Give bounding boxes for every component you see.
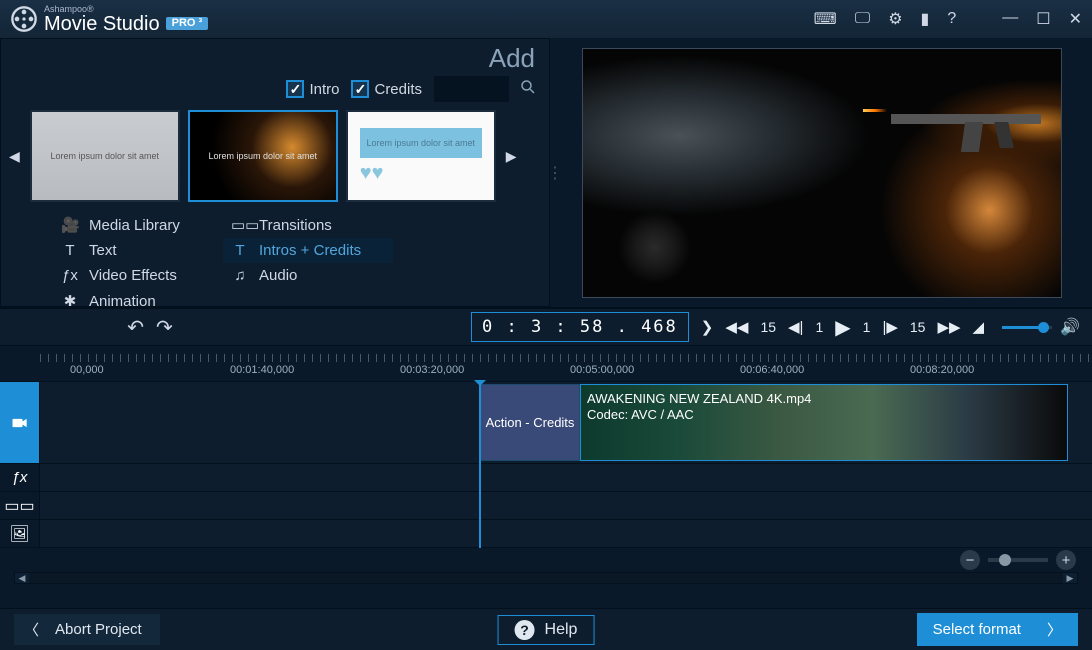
video-icon — [10, 413, 30, 433]
abort-project-button[interactable]: 〈 Abort Project — [14, 614, 160, 645]
minimize-button[interactable]: — — [1002, 9, 1018, 29]
skip-back-small: 1 — [815, 319, 823, 335]
film-reel-icon — [10, 5, 38, 33]
chevron-right-icon: 〉 — [1047, 619, 1062, 640]
cat-intros-credits[interactable]: T Intros + Credits — [223, 238, 393, 263]
template-thumb-3[interactable]: Lorem ipsum dolor sit amet ♥♥ — [346, 110, 496, 202]
transition-icon: ▭▭ — [4, 496, 34, 516]
cat-audio[interactable]: ♫ Audio — [223, 263, 393, 288]
redo-button[interactable]: ↷ — [156, 315, 173, 340]
step-fwd-button[interactable]: |▶ — [882, 318, 897, 336]
undo-button[interactable]: ↶ — [127, 315, 144, 340]
image-track-lane[interactable] — [40, 520, 1092, 547]
titlebar: Ashampoo® Movie Studio PRO ³ ⌨ 🖵 ⚙ ▮ ? —… — [0, 0, 1092, 38]
search-icon[interactable] — [519, 78, 537, 101]
transport-bar: ↶ ↷ 0 : 3 : 58 . 468 ❯ ◀◀ 15 ◀| 1 ▶ 1 |▶… — [0, 308, 1092, 346]
fx-track-head[interactable]: ƒx — [0, 464, 40, 491]
cat-animation[interactable]: ✱ Animation — [53, 288, 223, 314]
timeline: 00,000 00:01:40,000 00:03:20,000 00:05:0… — [0, 346, 1092, 600]
speaker-icon: 🔊 — [1060, 317, 1080, 337]
panel-splitter[interactable]: ⋮ — [550, 38, 560, 307]
clip-credits[interactable]: Action - Credits — [480, 384, 580, 461]
fx-icon: ƒx — [61, 267, 79, 284]
scroll-right-button[interactable]: ▶ — [1063, 573, 1077, 583]
zoom-in-button[interactable]: + — [1056, 550, 1076, 570]
gear-icon[interactable]: ⚙ — [888, 9, 902, 29]
thumbs-next[interactable]: ▶ — [504, 148, 519, 165]
intro-checkbox[interactable]: ✓ Intro — [286, 80, 339, 98]
intro-label: Intro — [309, 81, 339, 98]
scroll-left-button[interactable]: ◀ — [15, 573, 29, 583]
monitor-icon[interactable]: 🖵 — [855, 10, 870, 28]
transition-track-lane[interactable] — [40, 492, 1092, 519]
preview-canvas[interactable] — [582, 48, 1062, 298]
next-marker-button[interactable]: ❯ — [701, 318, 714, 336]
video-track-lane[interactable]: Action - Credits AWAKENING NEW ZEALAND 4… — [40, 382, 1092, 463]
credits-checkbox[interactable]: ✓ Credits — [351, 80, 422, 98]
fx-icon: ƒx — [12, 469, 28, 486]
camera-icon: 🎥 — [61, 216, 79, 234]
audio-icon: ♫ — [231, 267, 249, 284]
skip-fwd-small: 1 — [863, 319, 871, 335]
mute-button[interactable]: ◢ — [973, 318, 985, 336]
question-icon: ? — [515, 620, 535, 640]
transitions-icon: ▭▭ — [231, 216, 249, 234]
fx-track-lane[interactable] — [40, 464, 1092, 491]
app-logo: Ashampoo® Movie Studio PRO ³ — [10, 5, 208, 34]
add-header: Add — [1, 39, 549, 76]
volume-slider[interactable]: 🔊 — [1002, 317, 1080, 337]
step-back-button[interactable]: ◀| — [788, 318, 803, 336]
maximize-button[interactable]: ☐ — [1036, 9, 1050, 29]
transition-track-head[interactable]: ▭▭ — [0, 492, 40, 519]
timeline-ruler[interactable]: 00,000 00:01:40,000 00:03:20,000 00:05:0… — [0, 346, 1092, 382]
clip-video[interactable]: AWAKENING NEW ZEALAND 4K.mp4 Codec: AVC … — [580, 384, 1068, 461]
animation-icon: ✱ — [61, 292, 79, 310]
brand-main: Movie Studio — [44, 14, 160, 34]
rewind-button[interactable]: ◀◀ — [725, 318, 748, 336]
search-input[interactable] — [434, 76, 509, 102]
skip-back-large: 15 — [760, 319, 776, 335]
cat-media-library[interactable]: 🎥 Media Library — [53, 212, 223, 238]
template-thumb-2[interactable]: Lorem ipsum dolor sit amet — [188, 110, 338, 202]
zoom-control[interactable]: − + — [960, 550, 1076, 570]
library-panel: Add ✓ Intro ✓ Credits ◀ Lorem ipsum dolo… — [0, 38, 550, 307]
playhead[interactable] — [479, 382, 481, 548]
category-list: 🎥 Media Library ▭▭ Transitions T Text T … — [1, 202, 549, 320]
close-button[interactable]: ✕ — [1069, 9, 1082, 29]
zoom-out-button[interactable]: − — [960, 550, 980, 570]
cat-text[interactable]: T Text — [53, 238, 223, 263]
select-format-button[interactable]: Select format 〉 — [917, 613, 1078, 646]
video-track-head[interactable] — [0, 382, 40, 463]
template-thumb-1[interactable]: Lorem ipsum dolor sit amet — [30, 110, 180, 202]
chevron-left-icon: 〈 — [24, 619, 39, 640]
keyboard-icon[interactable]: ⌨ — [814, 9, 837, 29]
credits-label: Credits — [374, 81, 422, 98]
timecode-display[interactable]: 0 : 3 : 58 . 468 — [471, 312, 689, 342]
help-button[interactable]: ? Help — [498, 615, 595, 645]
text-icon: T — [231, 242, 249, 259]
cat-transitions[interactable]: ▭▭ Transitions — [223, 212, 393, 238]
cat-video-effects[interactable]: ƒx Video Effects — [53, 263, 223, 288]
image-track-head[interactable]: 🖼 — [0, 520, 40, 547]
skip-fwd-large: 15 — [910, 319, 926, 335]
preview-panel — [560, 38, 1092, 307]
horizontal-scrollbar[interactable]: ◀ ▶ — [14, 572, 1078, 584]
play-button[interactable]: ▶ — [835, 315, 850, 340]
image-icon: 🖼 — [9, 524, 29, 544]
note-icon[interactable]: ▮ — [921, 9, 930, 29]
fast-fwd-button[interactable]: ▶▶ — [937, 318, 960, 336]
pro-badge: PRO ³ — [166, 17, 209, 30]
thumbs-prev[interactable]: ◀ — [7, 148, 22, 165]
help-icon[interactable]: ? — [947, 10, 956, 28]
text-icon: T — [61, 242, 79, 259]
footer-bar: 〈 Abort Project ? Help Select format 〉 — [0, 608, 1092, 650]
